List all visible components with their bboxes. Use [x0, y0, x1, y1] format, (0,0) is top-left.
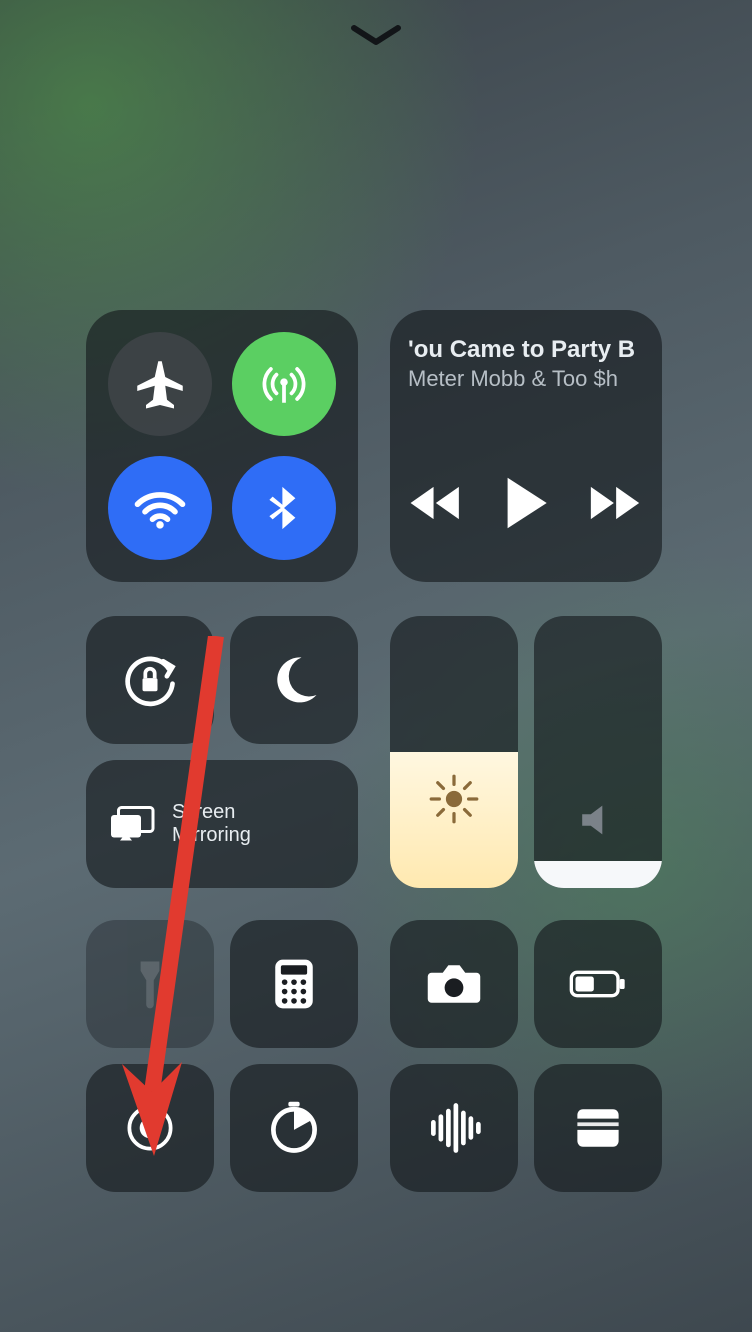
airplane-mode-button[interactable]	[108, 332, 212, 436]
screen-record-button[interactable]	[86, 1064, 214, 1192]
timer-icon	[264, 1098, 324, 1158]
fastforward-icon	[586, 480, 644, 526]
flashlight-button[interactable]	[86, 920, 214, 1048]
rotation-lock-icon	[120, 650, 180, 710]
screen-mirroring-icon	[108, 804, 156, 844]
sun-icon	[428, 773, 480, 830]
rewind-icon	[408, 480, 466, 526]
media-track-title: 'ou Came to Party B	[408, 336, 644, 364]
flashlight-icon	[120, 954, 180, 1014]
bluetooth-icon	[258, 482, 310, 534]
orientation-lock-button[interactable]	[86, 616, 214, 744]
airplane-icon	[132, 356, 188, 412]
battery-icon	[568, 954, 628, 1014]
camera-button[interactable]	[390, 920, 518, 1048]
calculator-button[interactable]	[230, 920, 358, 1048]
record-icon	[120, 1098, 180, 1158]
do-not-disturb-button[interactable]	[230, 616, 358, 744]
dismiss-chevron[interactable]	[348, 22, 404, 50]
connectivity-platter[interactable]	[86, 310, 358, 582]
low-power-mode-button[interactable]	[534, 920, 662, 1048]
screen-mirroring-button[interactable]: Screen Mirroring	[86, 760, 358, 888]
timer-button[interactable]	[230, 1064, 358, 1192]
hearing-button[interactable]	[390, 1064, 518, 1192]
media-platter[interactable]: 'ou Came to Party B Meter Mobb & Too $h	[390, 310, 662, 582]
media-next-button[interactable]	[586, 480, 644, 531]
play-icon	[503, 475, 549, 531]
moon-icon	[264, 650, 324, 710]
media-track-artist: Meter Mobb & Too $h	[408, 366, 644, 392]
chevron-down-icon	[348, 22, 404, 50]
speaker-icon	[575, 797, 621, 848]
camera-icon	[424, 954, 484, 1014]
cellular-data-button[interactable]	[232, 332, 336, 436]
screen-mirroring-label: Screen Mirroring	[172, 801, 251, 847]
volume-slider[interactable]	[534, 616, 662, 888]
cellular-icon	[254, 354, 314, 414]
media-play-button[interactable]	[503, 475, 549, 536]
calculator-icon	[264, 954, 324, 1014]
wifi-button[interactable]	[108, 456, 212, 560]
media-previous-button[interactable]	[408, 480, 466, 531]
volume-fill	[534, 861, 662, 888]
wallet-button[interactable]	[534, 1064, 662, 1192]
waveform-icon	[424, 1098, 484, 1158]
wallet-icon	[568, 1098, 628, 1158]
bluetooth-button[interactable]	[232, 456, 336, 560]
brightness-slider[interactable]	[390, 616, 518, 888]
wifi-icon	[130, 478, 190, 538]
